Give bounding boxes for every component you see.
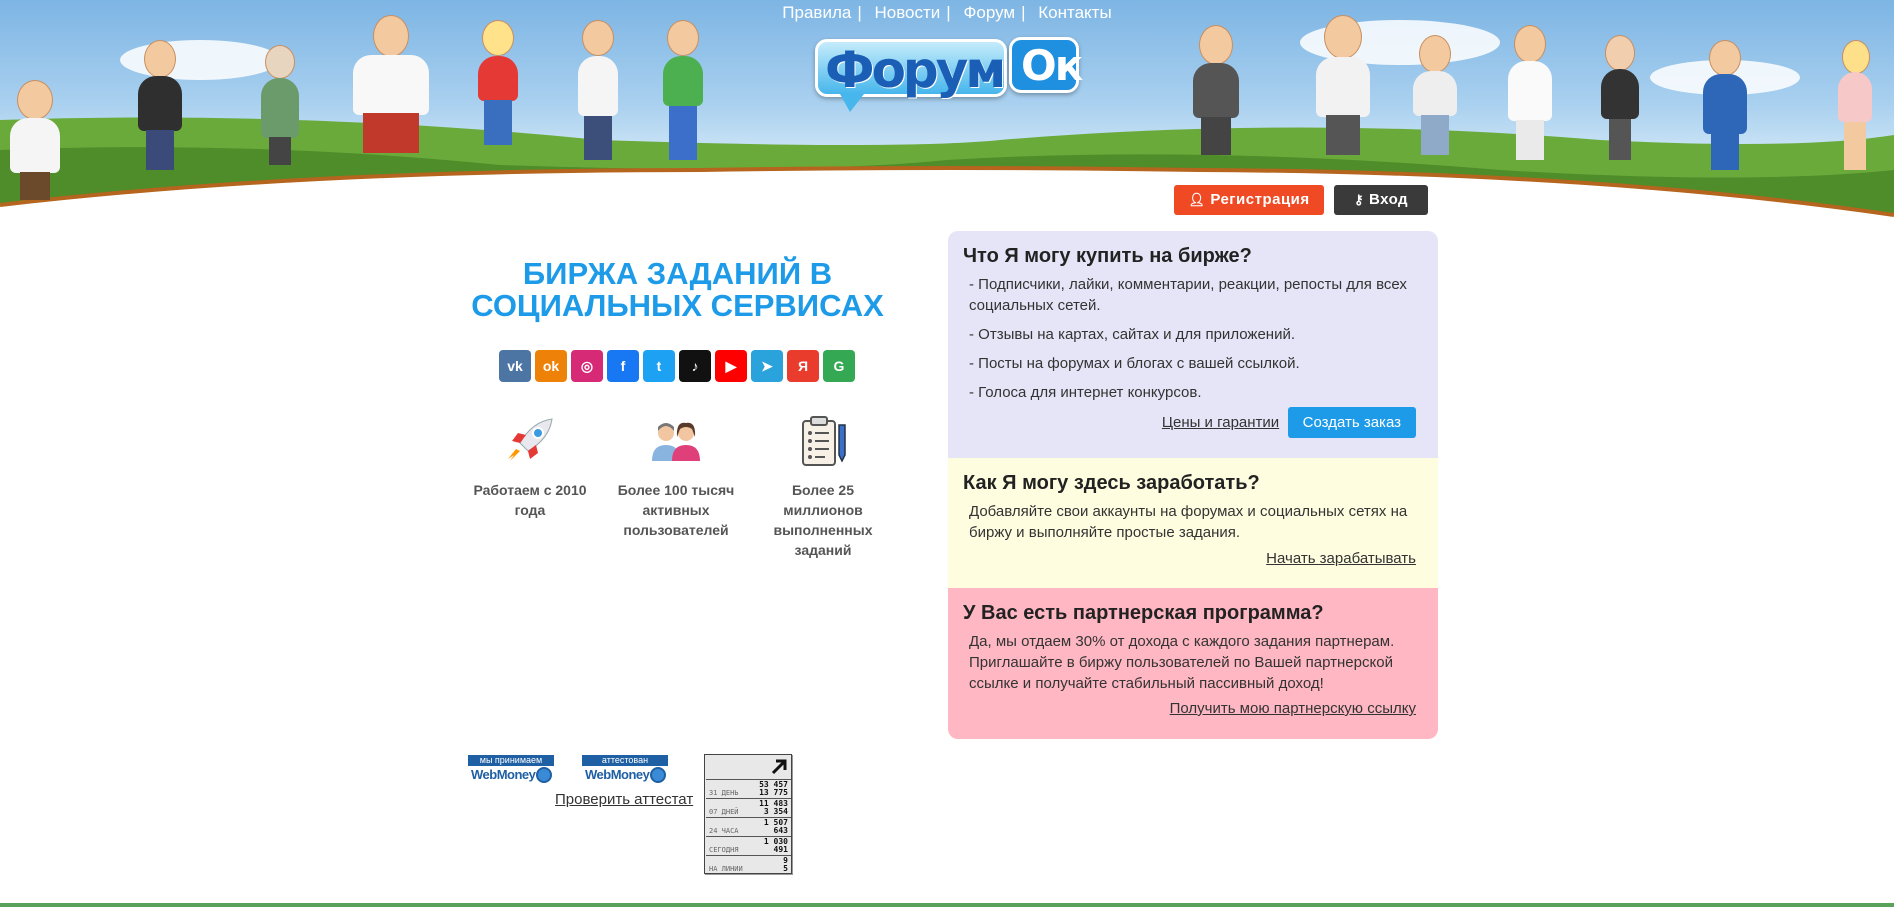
facebook-icon[interactable]: f: [607, 350, 639, 382]
buy-item: - Посты на форумах и блогах с вашей ссыл…: [969, 355, 1300, 372]
earn-panel-actions: Начать зарабатывать: [1266, 550, 1416, 568]
clipboard-icon: [797, 415, 849, 467]
counter-label: 31 ДЕНЬ: [709, 789, 739, 797]
globe-icon: [536, 767, 552, 783]
webmoney-band: мы принимаем: [468, 755, 554, 766]
feature-text: Работаем с 2010 года: [473, 482, 587, 518]
counter-row: 31 ДЕНЬ 53 457 13 775: [706, 779, 791, 798]
tiktok-icon[interactable]: ♪: [679, 350, 711, 382]
header-banner: Правила | Новости | Форум | Контакты Форум …: [0, 0, 1894, 230]
footer-line: [0, 903, 1894, 907]
feature-text: Более 100 тысяч активных пользователей: [617, 482, 735, 538]
telegram-icon[interactable]: ➤: [751, 350, 783, 382]
users-icon: [650, 415, 702, 467]
counter-value: 3 354: [763, 807, 788, 816]
register-label: Регистрация: [1210, 191, 1310, 208]
cartoon-character: [345, 15, 435, 155]
counter-value: 643: [773, 826, 788, 835]
earn-panel-title: Как Я могу здесь заработать?: [963, 472, 1260, 494]
register-button[interactable]: 👤︎ Регистрация: [1174, 185, 1324, 215]
page-title: БИРЖА ЗАДАНИЙ В СОЦИАЛЬНЫХ СЕРВИСАХ: [450, 258, 905, 322]
feature-text: Более 25 миллионов выполненных заданий: [773, 482, 873, 558]
feature-users: Более 100 тысяч активных пользователей: [611, 415, 741, 540]
odnoklassniki-icon[interactable]: ok: [535, 350, 567, 382]
top-navigation: Правила | Новости | Форум | Контакты: [0, 3, 1894, 23]
counter-row: 24 ЧАСА 1 507 643: [706, 817, 791, 836]
google-maps-icon[interactable]: G: [823, 350, 855, 382]
cartoon-character: [570, 20, 625, 160]
arrow-up-right-icon: [771, 759, 787, 775]
instagram-icon[interactable]: ◎: [571, 350, 603, 382]
counter-label: СЕГОДНЯ: [709, 846, 739, 854]
buy-panel: Что Я могу купить на бирже? - Подписчики…: [948, 231, 1438, 458]
cartoon-character: [1830, 40, 1880, 170]
nav-forum-link[interactable]: Форум: [963, 3, 1015, 22]
globe-icon: [650, 767, 666, 783]
earn-panel: Как Я могу здесь заработать? Добавляйте …: [948, 458, 1438, 588]
vk-icon[interactable]: vk: [499, 350, 531, 382]
title-line-2: СОЦИАЛЬНЫХ СЕРВИСАХ: [471, 288, 884, 323]
counter-value: 5: [783, 864, 788, 873]
counter-label: НА ЛИНИИ: [709, 865, 743, 873]
partner-panel-title: У Вас есть партнерская программа?: [963, 602, 1324, 624]
cartoon-character: [5, 80, 65, 200]
feature-since-2010: Работаем с 2010 года: [465, 415, 595, 520]
site-logo[interactable]: Форум Ок: [813, 33, 1083, 112]
cartoon-character: [1595, 35, 1645, 160]
partner-panel-actions: Получить мою партнерскую ссылку: [1170, 700, 1416, 718]
buy-item: - Подписчики, лайки, комментарии, реакци…: [969, 276, 1407, 314]
cartoon-character: [1405, 35, 1465, 155]
cartoon-character: [1185, 25, 1245, 155]
buy-item: - Отзывы на картах, сайтах и для приложе…: [969, 326, 1295, 343]
partner-link[interactable]: Получить мою партнерскую ссылку: [1170, 700, 1416, 717]
prices-guarantees-link[interactable]: Цены и гарантии: [1162, 414, 1279, 431]
earn-panel-text: Добавляйте свои аккаунты на форумах и со…: [969, 503, 1408, 541]
counter-row: СЕГОДНЯ 1 030 491: [706, 836, 791, 855]
twitter-icon[interactable]: t: [643, 350, 675, 382]
key-icon: ⚷: [1353, 192, 1364, 207]
buy-panel-title: Что Я могу купить на бирже?: [963, 245, 1252, 267]
feature-tasks: Более 25 миллионов выполненных заданий: [758, 415, 888, 560]
cartoon-character: [255, 45, 305, 165]
counter-label: 07 ДНЕЙ: [709, 808, 739, 816]
title-line-1: БИРЖА ЗАДАНИЙ В: [522, 256, 833, 291]
cartoon-character: [470, 20, 525, 150]
counter-row: НА ЛИНИИ 9 5: [706, 855, 791, 874]
check-certificate-link[interactable]: Проверить аттестат: [555, 791, 693, 808]
nav-separator: |: [857, 3, 862, 22]
counter-value: 13 775: [759, 788, 788, 797]
counter-label: 24 ЧАСА: [709, 827, 739, 835]
partner-panel: У Вас есть партнерская программа? Да, мы…: [948, 588, 1438, 739]
nav-news-link[interactable]: Новости: [874, 3, 940, 22]
nav-separator: |: [1021, 3, 1026, 22]
cartoon-character: [1310, 15, 1375, 155]
youtube-icon[interactable]: ▶: [715, 350, 747, 382]
create-order-button[interactable]: Создать заказ: [1287, 407, 1416, 438]
start-earning-link[interactable]: Начать зарабатывать: [1266, 550, 1416, 567]
visit-counter[interactable]: 31 ДЕНЬ 53 457 13 775 07 ДНЕЙ 11 483 3 354 24 …: [704, 754, 792, 874]
user-icon: 👤︎: [1188, 192, 1206, 207]
webmoney-accept-badge[interactable]: мы принимаем WebMoney: [468, 755, 554, 784]
cartoon-character: [1500, 25, 1560, 160]
cartoon-character: [1695, 40, 1755, 170]
counter-row: 07 ДНЕЙ 11 483 3 354: [706, 798, 791, 817]
counter-value: 491: [773, 845, 788, 854]
webmoney-attest-badge[interactable]: аттестован WebMoney: [582, 755, 668, 784]
nav-rules-link[interactable]: Правила: [782, 3, 851, 22]
yandex-icon[interactable]: Я: [787, 350, 819, 382]
partner-panel-text: Да, мы отдаем 30% от дохода с каждого за…: [969, 633, 1395, 692]
logo-text-forum: Форум: [825, 41, 1006, 99]
login-button[interactable]: ⚷ Вход: [1334, 185, 1428, 215]
rocket-icon: [504, 415, 556, 467]
logo-text-ok: Ок: [1021, 41, 1083, 90]
login-label: Вход: [1368, 191, 1409, 208]
nav-separator: |: [946, 3, 951, 22]
buy-item: - Голоса для интернет конкурсов.: [969, 384, 1202, 401]
webmoney-band: аттестован: [582, 755, 668, 766]
buy-panel-actions: Цены и гарантии Создать заказ: [1162, 407, 1416, 438]
cartoon-character: [655, 20, 710, 160]
nav-contacts-link[interactable]: Контакты: [1038, 3, 1111, 22]
cartoon-character: [130, 40, 190, 170]
